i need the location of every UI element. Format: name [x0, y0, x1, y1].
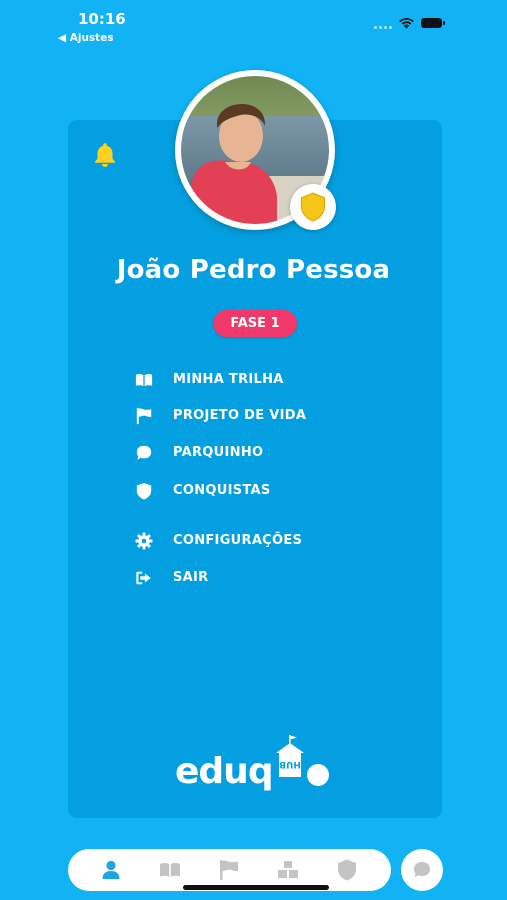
chat-bubble-icon: [136, 445, 152, 460]
menu-item-configuracoes[interactable]: CONFIGURAÇÕES: [135, 530, 355, 552]
menu-item-conquistas[interactable]: CONQUISTAS: [135, 480, 355, 502]
menu-item-minha-trilha[interactable]: MINHA TRILHA: [135, 369, 355, 391]
wifi-icon: [399, 18, 414, 29]
menu-item-label: CONFIGURAÇÕES: [173, 533, 303, 548]
tab-conquistas[interactable]: [335, 858, 359, 882]
tab-projeto-de-vida[interactable]: [217, 858, 241, 882]
back-to-settings-link[interactable]: ◀ Ajustes: [58, 32, 114, 44]
flag-icon: [136, 407, 152, 425]
battery-icon: [421, 18, 445, 28]
sign-out-icon: [136, 571, 151, 585]
level-badge: FASE 1: [213, 310, 297, 337]
menu-item-projeto-de-vida[interactable]: PROJETO DE VIDA: [135, 405, 355, 427]
gear-icon: [135, 532, 153, 550]
menu-item-label: PROJETO DE VIDA: [173, 408, 307, 423]
menu-item-label: CONQUISTAS: [173, 483, 271, 498]
shield-icon: [136, 482, 152, 500]
tab-minha-trilha[interactable]: [158, 858, 182, 882]
logo-wordmark: eduq: [175, 751, 273, 792]
tab-profile[interactable]: [99, 858, 123, 882]
tab-parquinho[interactable]: [276, 858, 300, 882]
menu-item-label: MINHA TRILHA: [173, 372, 284, 387]
menu-item-parquinho[interactable]: PARQUINHO: [135, 442, 355, 464]
status-time: 10:16: [78, 10, 126, 28]
home-indicator: [183, 885, 329, 890]
menu-item-label: PARQUINHO: [173, 445, 264, 460]
menu-item-label: SAIR: [173, 570, 209, 585]
user-name: João Pedro Pessoa: [116, 255, 391, 285]
logo-tag: HUB: [279, 759, 301, 769]
shield-icon: [300, 192, 326, 222]
book-icon: [135, 373, 153, 387]
signal-dots-icon: [374, 26, 398, 30]
achievement-badge[interactable]: [290, 184, 336, 230]
eduqhub-logo: eduq HUB: [175, 735, 329, 792]
chat-bubble-icon: [414, 862, 430, 878]
bell-icon[interactable]: [90, 140, 120, 170]
chat-button[interactable]: [401, 849, 443, 891]
menu-item-sair[interactable]: SAIR: [135, 567, 355, 589]
